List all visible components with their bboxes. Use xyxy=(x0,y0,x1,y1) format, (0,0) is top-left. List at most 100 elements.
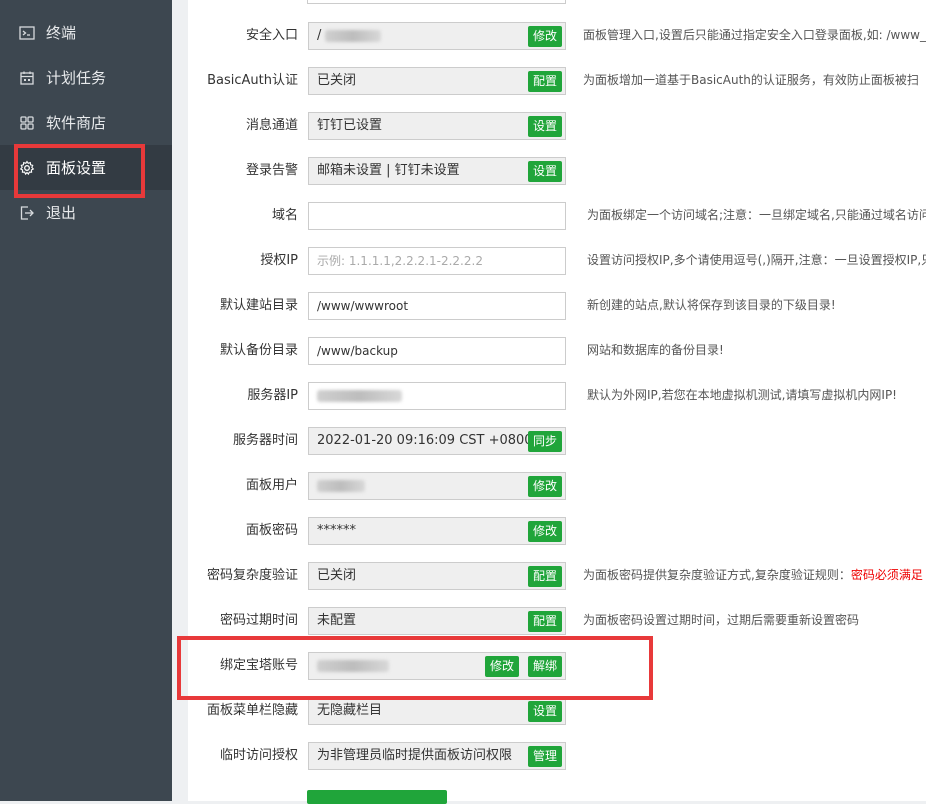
label-basic-auth: BasicAuth认证 xyxy=(207,73,298,88)
server-ip-desc: 默认为外网IP,若您在本地虚拟机测试,请填写虚拟机内网IP! xyxy=(587,388,897,402)
menu-hide-value: 无隐藏栏目 xyxy=(317,703,383,718)
row-default-backup-dir: 默认备份目录 网站和数据库的备份目录! xyxy=(188,328,926,373)
basic-auth-field: 已关闭 配置 xyxy=(308,67,566,95)
basic-auth-value: 已关闭 xyxy=(317,73,357,88)
password-expiry-field: 未配置 配置 xyxy=(308,607,566,635)
label-default-site-dir: 默认建站目录 xyxy=(219,298,298,313)
auth-ip-input[interactable] xyxy=(317,248,565,274)
bind-account-modify-button[interactable]: 修改 xyxy=(484,656,519,677)
password-expiry-value: 未配置 xyxy=(317,613,357,628)
sidebar-item-label: 退出 xyxy=(46,204,77,222)
sidebar-item-panel-settings[interactable]: 面板设置 xyxy=(0,145,172,190)
row-domain: 域名 为面板绑定一个访问域名;注意：一旦绑定域名,只能通过域名访问 xyxy=(188,193,926,238)
label-server-time: 服务器时间 xyxy=(232,433,298,448)
auth-ip-desc: 设置访问授权IP,多个请使用逗号(,)隔开,注意：一旦设置授权IP,只 xyxy=(587,253,926,267)
domain-field[interactable] xyxy=(308,202,566,230)
basic-auth-config-button[interactable]: 配置 xyxy=(527,71,562,92)
label-bind-account: 绑定宝塔账号 xyxy=(219,658,298,673)
default-backup-dir-input[interactable] xyxy=(317,338,565,364)
login-alert-set-button[interactable]: 设置 xyxy=(527,161,562,182)
menu-hide-set-button[interactable]: 设置 xyxy=(527,701,562,722)
sidebar-item-store[interactable]: 软件商店 xyxy=(0,100,172,145)
sidebar-item-label: 计划任务 xyxy=(46,69,107,87)
temp-access-manage-button[interactable]: 管理 xyxy=(527,746,562,767)
sidebar-item-cron[interactable]: 计划任务 xyxy=(0,55,172,100)
password-complexity-config-button[interactable]: 配置 xyxy=(527,566,562,587)
sidebar-item-terminal[interactable]: 终端 xyxy=(0,10,172,55)
logout-icon xyxy=(18,204,36,222)
login-alert-field: 邮箱未设置 | 钉钉未设置 设置 xyxy=(308,157,566,185)
label-menu-hide: 面板菜单栏隐藏 xyxy=(206,703,298,718)
row-password-complexity: 密码复杂度验证 已关闭 配置 为面板密码提供复杂度验证方式,复杂度验证规则：密码… xyxy=(188,553,926,598)
sidebar-item-logout[interactable]: 退出 xyxy=(0,190,172,235)
sidebar-item-label: 软件商店 xyxy=(46,114,107,132)
temp-access-field: 为非管理员临时提供面板访问权限 管理 xyxy=(308,742,566,770)
label-default-backup-dir: 默认备份目录 xyxy=(219,343,298,358)
row-security-entry: 安全入口 / 修改 面板管理入口,设置后只能通过指定安全入口登录面板,如: /w… xyxy=(188,13,926,58)
row-bind-account: 绑定宝塔账号 修改 解绑 xyxy=(188,643,926,688)
sidebar-item-label: 面板设置 xyxy=(46,159,107,177)
password-complexity-rule: 密码必须满足 xyxy=(850,568,923,582)
password-complexity-desc-text: 为面板密码提供复杂度验证方式,复杂度验证规则： xyxy=(583,568,851,582)
redacted-blur xyxy=(325,29,382,42)
sidebar: 终端 计划任务 软件商店 面板设置 退出 xyxy=(0,0,172,801)
grid-icon xyxy=(18,114,36,132)
bind-account-unbind-button[interactable]: 解绑 xyxy=(527,656,562,677)
row-message-channel: 消息通道 钉钉已设置 设置 xyxy=(188,103,926,148)
server-ip-field[interactable] xyxy=(308,382,566,410)
security-entry-value: / xyxy=(317,28,322,43)
panel-user-modify-button[interactable]: 修改 xyxy=(527,476,562,497)
save-button[interactable] xyxy=(307,790,447,804)
auth-ip-field[interactable] xyxy=(308,247,566,275)
label-panel-password: 面板密码 xyxy=(245,523,298,538)
message-channel-set-button[interactable]: 设置 xyxy=(527,116,562,137)
row-password-expiry: 密码过期时间 未配置 配置 为面板密码设置过期时间，过期后需要重新设置密码 xyxy=(188,598,926,643)
calendar-icon xyxy=(18,69,36,87)
row-panel-password: 面板密码 ****** 修改 xyxy=(188,508,926,553)
default-backup-dir-field[interactable] xyxy=(308,337,566,365)
redacted-blur xyxy=(317,389,402,402)
domain-input[interactable] xyxy=(317,203,565,229)
default-site-dir-input[interactable] xyxy=(317,293,565,319)
security-entry-desc: 面板管理入口,设置后只能通过指定安全入口登录面板,如: /www_b xyxy=(583,28,926,42)
password-complexity-field: 已关闭 配置 xyxy=(308,562,566,590)
row-auth-ip: 授权IP 设置访问授权IP,多个请使用逗号(,)隔开,注意：一旦设置授权IP,只 xyxy=(188,238,926,283)
panel-user-field: 修改 xyxy=(308,472,566,500)
redacted-blur xyxy=(317,479,365,492)
row-server-ip: 服务器IP 默认为外网IP,若您在本地虚拟机测试,请填写虚拟机内网IP! xyxy=(188,373,926,418)
label-panel-user: 面板用户 xyxy=(245,478,298,493)
label-password-expiry: 密码过期时间 xyxy=(219,613,298,628)
password-expiry-desc: 为面板密码设置过期时间，过期后需要重新设置密码 xyxy=(583,613,860,627)
password-complexity-desc: 为面板密码提供复杂度验证方式,复杂度验证规则：密码必须满足 xyxy=(583,553,926,598)
panel-password-modify-button[interactable]: 修改 xyxy=(527,521,562,542)
row-basic-auth: BasicAuth认证 已关闭 配置 为面板增加一道基于BasicAuth的认证… xyxy=(188,58,926,103)
label-server-ip: 服务器IP xyxy=(247,388,298,403)
row-login-alert: 登录告警 邮箱未设置 | 钉钉未设置 设置 xyxy=(188,148,926,193)
row-default-site-dir: 默认建站目录 新创建的站点,默认将保存到该目录的下级目录! xyxy=(188,283,926,328)
label-domain: 域名 xyxy=(271,208,298,223)
label-login-alert: 登录告警 xyxy=(245,163,298,178)
server-time-field: 2022-01-20 09:16:09 CST +0800 同步 xyxy=(308,427,566,455)
server-time-sync-button[interactable]: 同步 xyxy=(527,431,562,452)
default-backup-dir-desc: 网站和数据库的备份目录! xyxy=(587,343,724,357)
server-time-value: 2022-01-20 09:16:09 CST +0800 xyxy=(317,433,533,448)
row-panel-user: 面板用户 修改 xyxy=(188,463,926,508)
temp-access-value: 为非管理员临时提供面板访问权限 xyxy=(317,748,513,763)
security-entry-modify-button[interactable]: 修改 xyxy=(527,26,562,47)
label-message-channel: 消息通道 xyxy=(245,118,298,133)
scrolled-field-top xyxy=(307,0,566,4)
domain-desc: 为面板绑定一个访问域名;注意：一旦绑定域名,只能通过域名访问 xyxy=(587,208,926,222)
terminal-icon xyxy=(18,24,36,42)
password-expiry-config-button[interactable]: 配置 xyxy=(527,611,562,632)
label-temp-access: 临时访问授权 xyxy=(219,748,298,763)
row-menu-hide: 面板菜单栏隐藏 无隐藏栏目 设置 xyxy=(188,688,926,733)
panel-password-field: ****** 修改 xyxy=(308,517,566,545)
label-auth-ip: 授权IP xyxy=(260,253,298,268)
password-complexity-value: 已关闭 xyxy=(317,568,357,583)
sidebar-item-label: 终端 xyxy=(46,24,77,42)
redacted-blur xyxy=(317,659,389,672)
panel-password-value: ****** xyxy=(317,523,356,538)
row-server-time: 服务器时间 2022-01-20 09:16:09 CST +0800 同步 xyxy=(188,418,926,463)
default-site-dir-field[interactable] xyxy=(308,292,566,320)
security-entry-field: / 修改 xyxy=(308,22,566,50)
